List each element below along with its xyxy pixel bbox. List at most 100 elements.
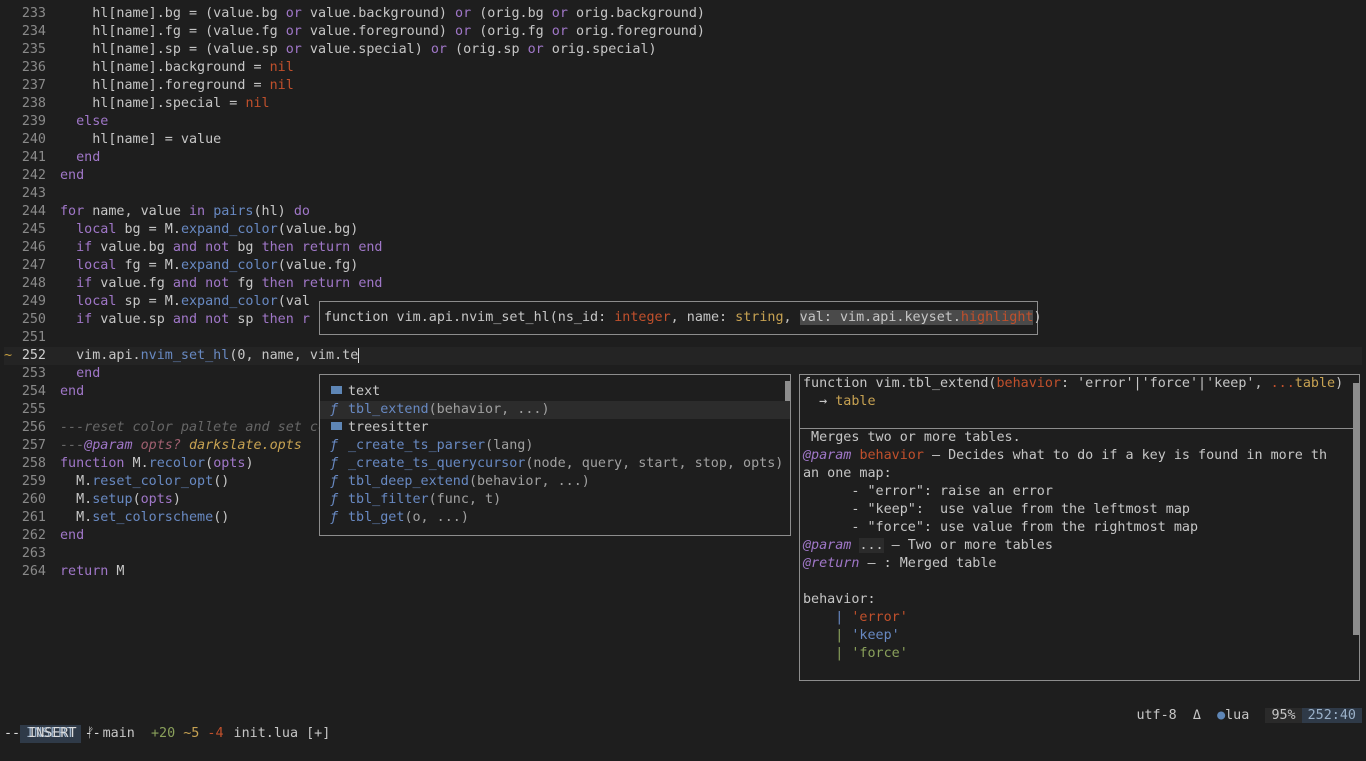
code-line[interactable]: 236 hl[name].background = nil xyxy=(4,59,1362,77)
line-number: 246 xyxy=(21,240,46,255)
function-kind-icon: ƒ xyxy=(330,492,339,507)
command-line[interactable]: -- INSERT -- xyxy=(4,725,101,743)
completion-args: (behavior, ...) xyxy=(428,402,550,417)
code-text: end xyxy=(60,168,85,183)
sign-column xyxy=(4,437,16,455)
sign-column xyxy=(4,365,16,383)
sign-column xyxy=(4,95,16,113)
doc-sig-colon: : xyxy=(1060,376,1078,391)
completion-label: _create_ts_parser xyxy=(348,438,486,453)
sign-column xyxy=(4,41,16,59)
sign-column xyxy=(4,203,16,221)
completion-label: treesitter xyxy=(348,420,429,435)
git-added-count: +20 xyxy=(150,726,176,741)
line-number: 241 xyxy=(21,150,46,165)
code-text: end xyxy=(60,384,85,399)
code-line[interactable]: 238 hl[name].special = nil xyxy=(4,95,1362,113)
doc-enum-value: 'keep' xyxy=(851,628,900,643)
line-number: 261 xyxy=(21,510,46,525)
doc-param-behavior: @param behavior — Decides what to do if … xyxy=(800,447,1359,465)
signature-param-ns-id: ns_id: xyxy=(557,310,615,325)
sign-column xyxy=(4,275,16,293)
code-text: local fg = M.expand_color(value.fg) xyxy=(76,258,359,273)
line-number: 257 xyxy=(21,438,46,453)
code-line[interactable]: 241 end xyxy=(4,149,1362,167)
completion-item[interactable]: ƒ tbl_get(o, ...) xyxy=(320,509,790,527)
doc-blank-line xyxy=(800,411,1359,429)
sign-column xyxy=(4,185,16,203)
code-text: M.setup(opts) xyxy=(60,492,181,507)
code-text: ---@param opts? darkslate.opts xyxy=(60,438,302,453)
sign-column xyxy=(4,509,16,527)
doc-sig-table: table xyxy=(1294,376,1336,391)
completion-args: (o, ...) xyxy=(404,510,469,525)
sign-column xyxy=(4,563,16,581)
code-line[interactable]: 245 local bg = M.expand_color(value.bg) xyxy=(4,221,1362,239)
doc-return-tag: @return xyxy=(803,556,860,571)
function-kind-icon: ƒ xyxy=(330,456,339,471)
sign-column xyxy=(4,545,16,563)
completion-menu[interactable]: text ƒ tbl_extend(behavior, ...) treesitter… xyxy=(319,374,791,536)
code-line[interactable]: 243 xyxy=(4,185,1362,203)
completion-label: _create_ts_querycursor xyxy=(348,456,526,471)
code-text: ---reset color pallete and set co xyxy=(60,420,327,435)
completion-item[interactable]: ƒ tbl_extend(behavior, ...) xyxy=(320,401,790,419)
sign-column xyxy=(4,311,16,329)
line-number: 260 xyxy=(21,492,46,507)
completion-item[interactable]: ƒ tbl_deep_extend(behavior, ...) xyxy=(320,473,790,491)
code-line[interactable]: 239 else xyxy=(4,113,1362,131)
code-line[interactable]: 244 for name, value in pairs(hl) do xyxy=(4,203,1362,221)
code-line[interactable]: 237 hl[name].foreground = nil xyxy=(4,77,1362,95)
doc-sig-enum: 'error'|'force'|'keep' xyxy=(1077,376,1255,391)
completion-item[interactable]: ƒ _create_ts_querycursor(node, query, sta… xyxy=(320,455,790,473)
completion-label: tbl_deep_extend xyxy=(348,474,469,489)
code-line[interactable]: 246 if value.bg and not bg then return e… xyxy=(4,239,1362,257)
code-text: hl[name].sp = (value.sp or value.special… xyxy=(60,42,657,57)
text-kind-icon xyxy=(331,422,342,430)
doc-option-keep: - "keep": use value from the leftmost ma… xyxy=(803,502,1190,517)
code-text: end xyxy=(76,366,101,381)
code-line[interactable]: 235 hl[name].sp = (value.sp or value.spe… xyxy=(4,41,1362,59)
code-line[interactable]: ~252 vim.api.nvim_set_hl(0, name, vim.te xyxy=(4,347,1362,365)
sign-column xyxy=(4,221,16,239)
code-line[interactable]: 247 local fg = M.expand_color(value.fg) xyxy=(4,257,1362,275)
code-text: function M.recolor(opts) xyxy=(60,456,254,471)
doc-scrollbar[interactable] xyxy=(1353,383,1359,635)
completion-item[interactable]: treesitter xyxy=(320,419,790,437)
code-line[interactable]: 248 if value.fg and not fg then return e… xyxy=(4,275,1362,293)
code-line[interactable]: 242 end xyxy=(4,167,1362,185)
line-number: 236 xyxy=(21,60,46,75)
sign-column xyxy=(4,455,16,473)
code-line[interactable]: 234 hl[name].fg = (value.fg or value.for… xyxy=(4,23,1362,41)
line-number: 247 xyxy=(21,258,46,273)
doc-param-tag: @param xyxy=(803,538,852,553)
line-number: 239 xyxy=(21,114,46,129)
completion-item[interactable]: ƒ tbl_filter(func, t) xyxy=(320,491,790,509)
code-line[interactable]: 233 hl[name].bg = (value.bg or value.bac… xyxy=(4,5,1362,23)
doc-return-line: → table xyxy=(800,393,1359,411)
code-text: hl[name].bg = (value.bg or value.backgro… xyxy=(60,6,705,21)
doc-return-arrow: → xyxy=(803,394,836,409)
signature-active-param: val: vim.api.keyset.highlight xyxy=(799,310,1034,325)
sign-column xyxy=(4,131,16,149)
function-kind-icon: ƒ xyxy=(330,474,339,489)
code-text: for name, value in pairs(hl) do xyxy=(60,204,310,219)
line-number: 263 xyxy=(21,546,46,561)
completion-label: tbl_extend xyxy=(348,402,429,417)
signature-prefix: function vim.api.nvim_set_hl( xyxy=(324,310,558,325)
line-number: 242 xyxy=(21,168,46,183)
code-text: local sp = M.expand_color(val xyxy=(76,294,310,309)
code-text: else xyxy=(76,114,109,129)
code-line[interactable]: 240 hl[name] = value xyxy=(4,131,1362,149)
line-number: 249 xyxy=(21,294,46,309)
statusline-right: utf-8 Δ ●lua 95% 252:40 xyxy=(1136,707,1362,725)
line-number: 238 xyxy=(21,96,46,111)
function-kind-icon: ƒ xyxy=(330,510,339,525)
completion-item[interactable]: ƒ _create_ts_parser(lang) xyxy=(320,437,790,455)
completion-item[interactable]: text xyxy=(320,383,790,401)
completion-label: text xyxy=(348,384,381,399)
signature-type-integer: integer xyxy=(614,310,671,325)
doc-sig-func: function vim.tbl_extend( xyxy=(803,376,997,391)
line-number: 255 xyxy=(21,402,46,417)
sign-column xyxy=(4,257,16,275)
